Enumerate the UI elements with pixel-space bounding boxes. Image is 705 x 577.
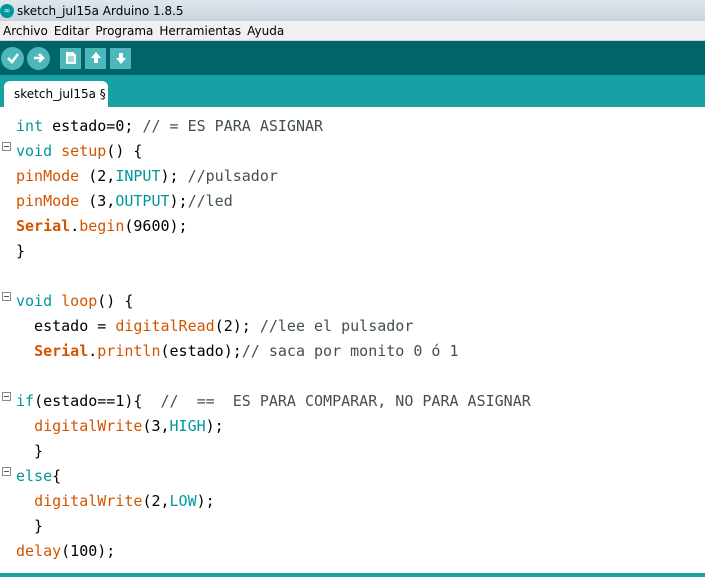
status-strip	[0, 573, 705, 577]
code-editor[interactable]: int estado=0; // = ES PARA ASIGNAR void …	[0, 107, 705, 573]
save-icon	[115, 53, 126, 64]
tab-sketch[interactable]: sketch_jul15a §	[4, 81, 108, 107]
code-line: else{	[16, 467, 62, 485]
code-line: pinMode (3,OUTPUT);//led	[16, 192, 233, 210]
new-icon	[65, 52, 76, 64]
tab-bar: sketch_jul15a §	[0, 75, 705, 107]
menu-programa[interactable]: Programa	[92, 24, 156, 38]
code-line: pinMode (2,INPUT); //pulsador	[16, 167, 278, 185]
fold-toggle-setup[interactable]	[2, 142, 11, 151]
code-line: digitalWrite(2,LOW);	[34, 492, 215, 510]
open-icon	[90, 52, 101, 63]
code-line: }	[16, 442, 44, 460]
open-button[interactable]	[85, 47, 106, 69]
upload-button[interactable]	[27, 46, 50, 70]
menu-editar[interactable]: Editar	[51, 24, 93, 38]
menu-archivo[interactable]: Archivo	[0, 24, 51, 38]
verify-icon	[6, 53, 19, 64]
title-bar: ∞ sketch_jul15a Arduino 1.8.5	[0, 0, 705, 21]
menu-ayuda[interactable]: Ayuda	[244, 24, 287, 38]
code-line: Serial.println(estado);// saca por monit…	[34, 342, 459, 360]
menu-bar: Archivo Editar Programa Herramientas Ayu…	[0, 21, 705, 41]
arduino-icon: ∞	[0, 3, 14, 18]
code-line: int estado=0; // = ES PARA ASIGNAR	[16, 117, 324, 135]
code-line: void loop() {	[16, 292, 134, 310]
fold-toggle-else[interactable]	[2, 467, 11, 476]
save-button[interactable]	[110, 47, 131, 69]
window-title: sketch_jul15a Arduino 1.8.5	[17, 3, 184, 18]
code-line: delay(100);	[16, 542, 116, 560]
menu-herramientas[interactable]: Herramientas	[156, 24, 244, 38]
code-line: estado = digitalRead(2); //lee el pulsad…	[16, 317, 414, 335]
code-line: if(estado==1){ // == ES PARA COMPARAR, N…	[16, 392, 531, 410]
code-line: void setup() {	[16, 142, 143, 160]
fold-toggle-loop[interactable]	[2, 292, 11, 301]
new-button[interactable]	[60, 47, 81, 69]
code-line: }	[16, 242, 26, 260]
verify-button[interactable]	[1, 46, 24, 70]
fold-toggle-if[interactable]	[2, 392, 11, 401]
code-line: digitalWrite(3,HIGH);	[34, 417, 224, 435]
toolbar	[0, 41, 705, 75]
code-text[interactable]: int estado=0; // = ES PARA ASIGNAR void …	[16, 114, 531, 564]
upload-icon	[33, 53, 45, 63]
code-line: }	[16, 517, 44, 535]
code-line: Serial.begin(9600);	[16, 217, 188, 235]
